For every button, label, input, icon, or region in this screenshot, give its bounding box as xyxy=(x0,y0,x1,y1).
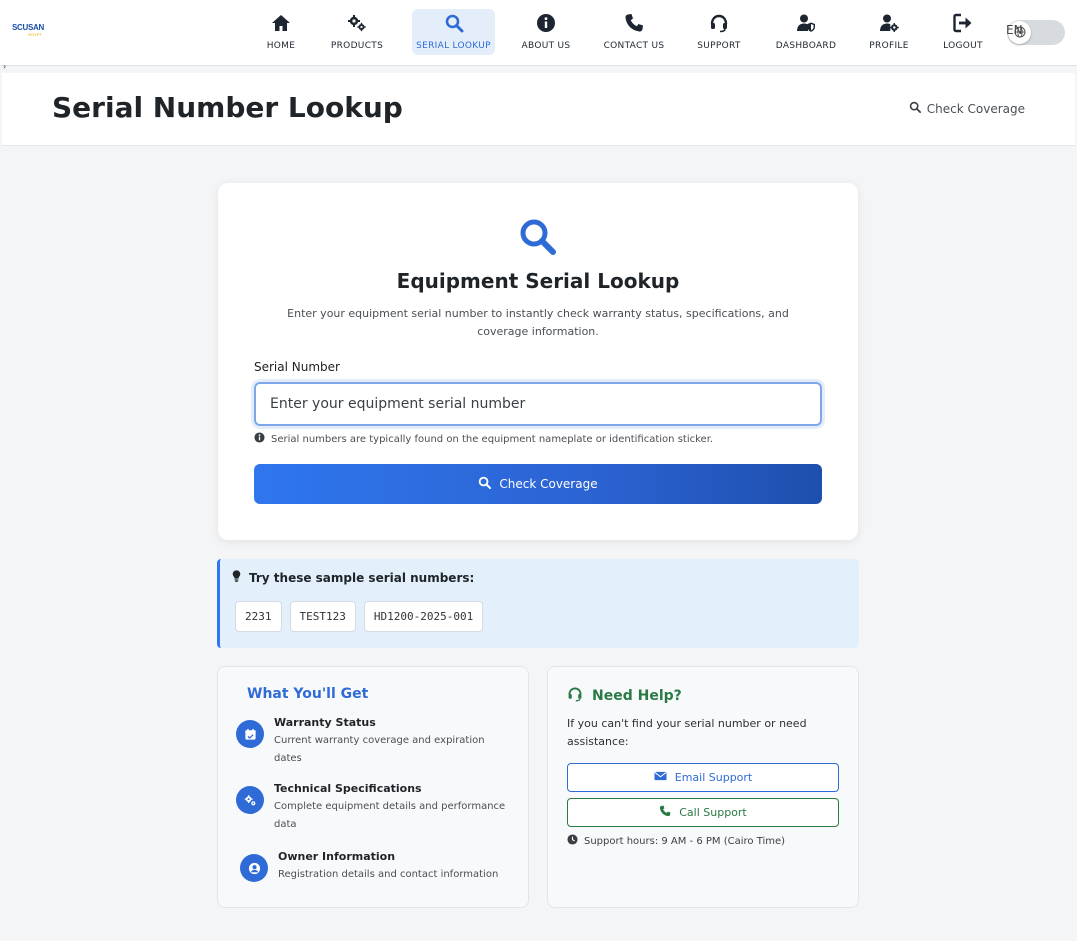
serial-hint-text: Serial numbers are typically found on th… xyxy=(271,433,714,445)
nav-logout[interactable]: LOGOUT xyxy=(940,9,986,55)
nav-dashboard-label: DASHBOARD xyxy=(775,41,837,51)
benefit-title: Technical Specifications xyxy=(274,782,422,795)
help-title-text: Need Help? xyxy=(592,688,682,704)
phone-icon xyxy=(624,13,644,37)
benefit-item: Warranty Status Current warranty coverag… xyxy=(236,716,506,768)
help-description: If you can't find your serial number or … xyxy=(567,717,807,748)
nav-products[interactable]: PRODUCTS xyxy=(327,9,387,55)
user-cog-icon xyxy=(879,13,899,37)
benefit-text: Technical Specifications Complete equipm… xyxy=(274,782,506,834)
benefit-item: Owner Information Registration details a… xyxy=(240,850,510,884)
nav-logout-label: LOGOUT xyxy=(943,41,983,51)
lightbulb-icon xyxy=(232,570,241,585)
benefit-text: Owner Information Registration details a… xyxy=(278,850,510,884)
brand-logo-text: SCUSAN xyxy=(12,23,44,32)
serial-hint: Serial numbers are typically found on th… xyxy=(254,432,713,446)
brand-logo[interactable]: SCUSAN EGYPT xyxy=(12,24,46,38)
nav-profile[interactable]: PROFILE xyxy=(865,9,913,55)
search-icon xyxy=(444,13,464,37)
home-icon xyxy=(271,13,291,37)
headset-icon xyxy=(567,686,583,706)
benefit-description: Complete equipment details and performan… xyxy=(274,801,506,830)
sample-serials-title: Try these sample serial numbers: xyxy=(232,570,474,585)
lookup-subtitle: Enter your equipment serial number to in… xyxy=(287,307,789,338)
nav-contact-us-label: CONTACT US xyxy=(603,41,665,51)
cogs-icon xyxy=(236,786,264,814)
benefit-description: Current warranty coverage and expiration… xyxy=(274,735,485,764)
call-support-button-label: Call Support xyxy=(679,806,747,819)
nav-about-us-label: ABOUT US xyxy=(521,41,571,51)
nav-home[interactable]: HOME xyxy=(258,9,304,55)
calendar-check-icon xyxy=(236,720,264,748)
check-coverage-link[interactable]: Check Coverage xyxy=(909,101,1025,116)
sample-serial-chip[interactable]: 2231 xyxy=(235,601,282,632)
help-card: Need Help? If you can't find your serial… xyxy=(547,666,859,908)
benefit-description: Registration details and contact informa… xyxy=(278,869,499,880)
serial-number-input[interactable] xyxy=(254,382,822,426)
search-icon xyxy=(909,101,921,116)
email-support-button[interactable]: Email Support xyxy=(567,763,839,792)
user-shield-icon xyxy=(796,13,816,37)
sample-serials-title-text: Try these sample serial numbers: xyxy=(249,570,475,585)
envelope-icon xyxy=(654,771,667,784)
serial-number-label: Serial Number xyxy=(254,360,340,374)
nav-support-label: SUPPORT xyxy=(697,41,741,51)
language-label: EN xyxy=(1006,23,1023,37)
search-icon xyxy=(518,217,558,257)
nav-products-label: PRODUCTS xyxy=(330,41,384,51)
check-coverage-button-label: Check Coverage xyxy=(499,477,598,491)
check-coverage-link-label: Check Coverage xyxy=(926,101,1025,116)
nav-support[interactable]: SUPPORT xyxy=(693,9,745,55)
check-coverage-button[interactable]: Check Coverage xyxy=(254,464,822,504)
user-circle-icon xyxy=(240,854,268,882)
nav-serial-lookup-label: SERIAL LOOKUP xyxy=(416,41,491,51)
benefit-title: Warranty Status xyxy=(274,716,376,729)
nav-contact-us[interactable]: CONTACT US xyxy=(600,9,668,55)
nav-home-label: HOME xyxy=(266,41,296,51)
benefit-title: Owner Information xyxy=(278,850,396,863)
info-circle-icon xyxy=(254,432,265,446)
sample-serial-chip[interactable]: TEST123 xyxy=(289,601,356,632)
call-support-button[interactable]: Call Support xyxy=(567,798,839,827)
info-circle-icon xyxy=(536,13,556,37)
top-navbar: SCUSAN EGYPT HOME PRODUCTS SERIAL LOOKUP xyxy=(0,0,1077,66)
benefit-item: Technical Specifications Complete equipm… xyxy=(236,782,506,834)
page-title: Serial Number Lookup xyxy=(52,91,403,124)
sign-out-icon xyxy=(953,13,973,37)
nav-profile-label: PROFILE xyxy=(869,41,909,51)
phone-icon xyxy=(659,805,671,820)
sample-serials-panel: Try these sample serial numbers: 2231 TE… xyxy=(217,559,859,648)
nav-serial-lookup[interactable]: SERIAL LOOKUP xyxy=(412,9,495,55)
benefits-card: What You'll Get Warranty Status Current … xyxy=(217,666,529,908)
nav-dashboard[interactable]: DASHBOARD xyxy=(772,9,840,55)
lookup-title: Equipment Serial Lookup xyxy=(396,269,680,293)
support-hours-text: Support hours: 9 AM - 6 PM (Cairo Time) xyxy=(584,835,786,847)
lookup-card: Equipment Serial Lookup Enter your equip… xyxy=(218,183,858,540)
clock-icon xyxy=(567,834,578,848)
search-icon xyxy=(478,476,492,492)
help-title: Need Help? xyxy=(567,686,682,706)
support-hours: Support hours: 9 AM - 6 PM (Cairo Time) xyxy=(567,834,785,848)
chevron-right-icon: › xyxy=(3,62,7,71)
brand-logo-subtext: EGYPT xyxy=(28,32,42,37)
benefit-text: Warranty Status Current warranty coverag… xyxy=(274,716,506,768)
nav-about-us[interactable]: ABOUT US xyxy=(518,9,574,55)
headset-icon xyxy=(709,13,729,37)
benefits-title: What You'll Get xyxy=(247,686,369,702)
sample-serial-chip[interactable]: HD1200-2025-001 xyxy=(363,601,484,632)
sample-serials-list: 2231 TEST123 HD1200-2025-001 xyxy=(235,601,484,632)
page-header: Serial Number Lookup Check Coverage xyxy=(2,73,1075,146)
email-support-button-label: Email Support xyxy=(674,771,753,784)
cogs-icon xyxy=(347,13,367,37)
